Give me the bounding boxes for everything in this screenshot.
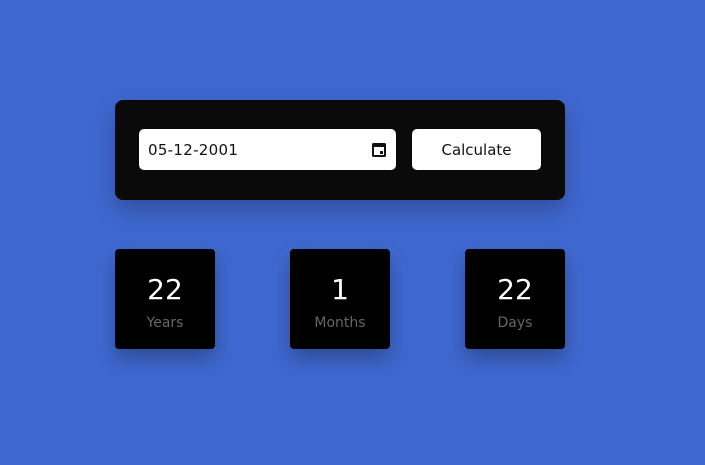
calculate-button[interactable]: Calculate bbox=[412, 129, 541, 170]
years-value: 22 bbox=[147, 273, 183, 306]
years-result-box: 22 Years bbox=[115, 249, 215, 349]
calendar-icon[interactable] bbox=[372, 142, 386, 157]
date-input-card: 05-12-2001 Calculate bbox=[115, 100, 565, 200]
birth-date-input[interactable]: 05-12-2001 bbox=[139, 129, 396, 170]
months-label: Months bbox=[314, 315, 366, 331]
months-value: 1 bbox=[331, 273, 349, 306]
years-label: Years bbox=[146, 315, 184, 331]
days-result-box: 22 Days bbox=[465, 249, 565, 349]
months-result-box: 1 Months bbox=[290, 249, 390, 349]
birth-date-value[interactable]: 05-12-2001 bbox=[148, 141, 372, 159]
days-label: Days bbox=[497, 315, 533, 331]
days-value: 22 bbox=[497, 273, 533, 306]
